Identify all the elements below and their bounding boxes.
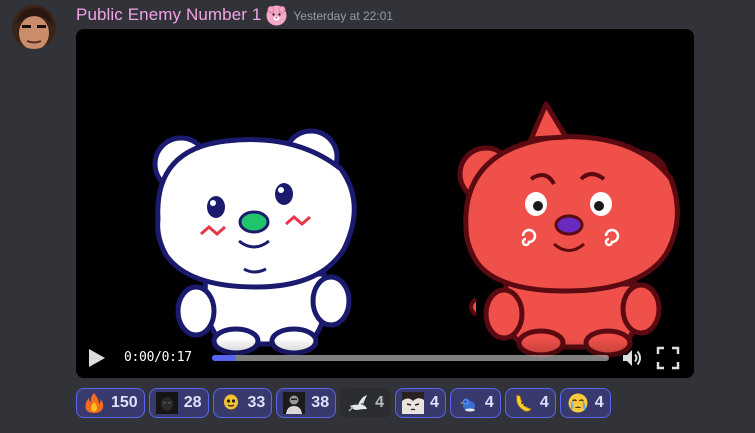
reaction-count: 4	[594, 394, 604, 411]
dark-portrait-emoji-icon	[155, 392, 178, 414]
crying-face-emoji-icon	[568, 393, 588, 413]
sad-anime-emoji-icon	[402, 392, 424, 414]
yellow-blob-emoji-icon	[223, 394, 238, 413]
fullscreen-icon	[656, 346, 680, 370]
video-duration: 0:17	[161, 350, 192, 365]
video-player[interactable]: 0:00/0:17	[76, 29, 694, 378]
reaction-count: 38	[311, 394, 330, 411]
white-bear-character	[152, 128, 357, 356]
volume-button[interactable]	[620, 346, 644, 370]
reaction-count: 4	[484, 394, 494, 411]
fire-emoji-icon	[85, 393, 104, 413]
reaction-yellow-blob[interactable]: 33	[212, 388, 273, 418]
video-progress-bar[interactable]	[212, 355, 609, 361]
play-button[interactable]	[88, 348, 106, 368]
reactions-bar: 150 28 33 38 4 4 4 4 4	[76, 388, 611, 418]
reaction-count: 33	[247, 394, 266, 411]
time-separator: /	[154, 350, 162, 365]
video-controls: 0:00/0:17	[76, 338, 694, 378]
pink-bear-face-icon[interactable]	[266, 5, 287, 26]
video-frame[interactable]	[76, 29, 694, 378]
reaction-blue-bird[interactable]: 4	[449, 388, 501, 418]
reaction-dove[interactable]: 4	[340, 388, 391, 418]
banana-emoji-icon	[516, 394, 532, 412]
reaction-count: 4	[430, 394, 439, 411]
reaction-crying-face[interactable]: 4	[559, 388, 611, 418]
chat-message: Public Enemy Number 1 Yesterday at 22:01	[0, 0, 755, 433]
message-header: Public Enemy Number 1 Yesterday at 22:01	[76, 3, 393, 27]
reaction-banana[interactable]: 4	[504, 388, 556, 418]
video-progress-fill	[212, 355, 236, 361]
current-time: 0:00	[124, 350, 155, 365]
dove-emoji-icon	[348, 395, 368, 412]
message-timestamp: Yesterday at 22:01	[293, 9, 394, 23]
user-avatar[interactable]	[12, 5, 56, 49]
reaction-dark-portrait[interactable]: 28	[148, 388, 209, 418]
play-icon	[89, 349, 105, 367]
reaction-fire[interactable]: 150	[76, 388, 145, 418]
reaction-bw-portrait[interactable]: 38	[276, 388, 337, 418]
username[interactable]: Public Enemy Number 1	[76, 5, 261, 25]
blue-bird-emoji-icon	[459, 398, 475, 412]
reaction-count: 4	[539, 394, 549, 411]
reaction-sad-anime[interactable]: 4	[395, 388, 446, 418]
reaction-count: 4	[375, 394, 384, 411]
bw-portrait-emoji-icon	[283, 392, 306, 414]
video-time: 0:00/0:17	[124, 350, 192, 365]
reaction-count: 28	[183, 394, 202, 411]
fullscreen-button[interactable]	[656, 346, 680, 370]
reaction-count: 150	[111, 394, 138, 411]
volume-icon	[623, 350, 641, 366]
